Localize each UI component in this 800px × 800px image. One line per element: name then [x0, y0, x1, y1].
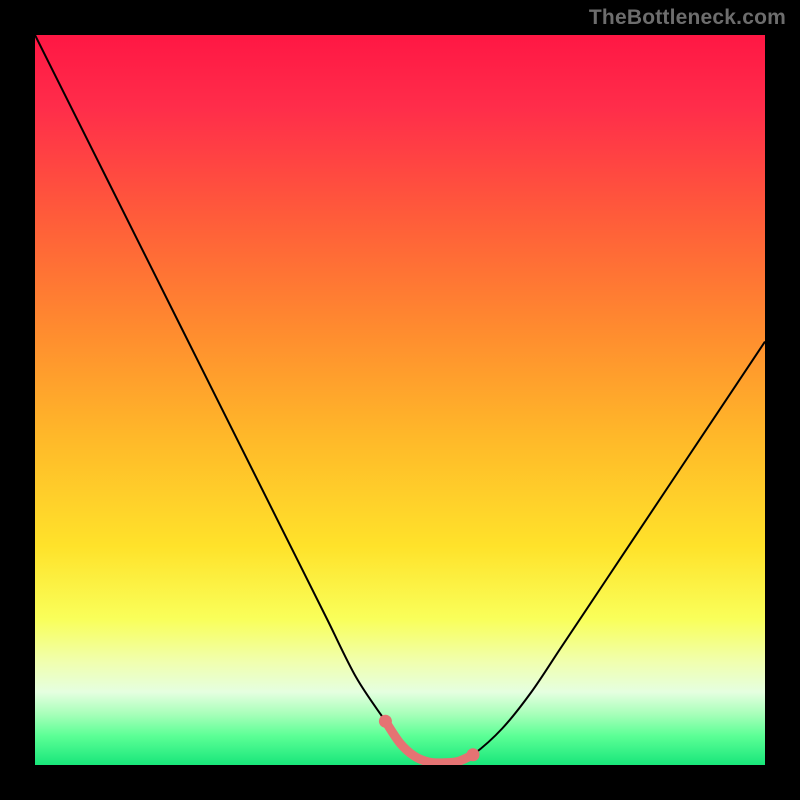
chart-stage: TheBottleneck.com — [0, 0, 800, 800]
plot-frame — [35, 35, 765, 765]
watermark-text: TheBottleneck.com — [589, 6, 786, 30]
gradient-backdrop — [35, 35, 765, 765]
highlight-dot — [379, 715, 392, 728]
highlight-dot — [467, 748, 480, 761]
plot-svg — [35, 35, 765, 765]
